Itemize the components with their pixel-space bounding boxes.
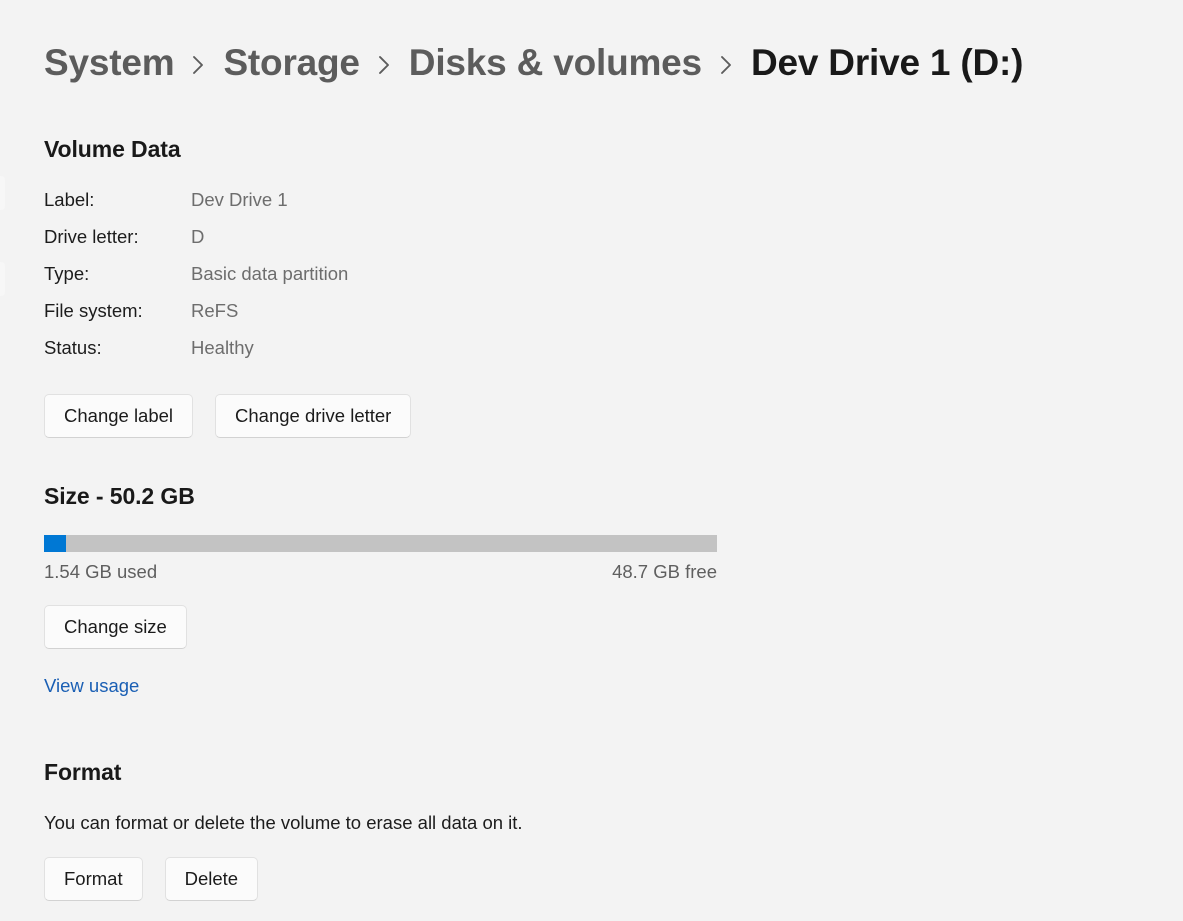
breadcrumb-item-current-volume: Dev Drive 1 (D:) — [750, 42, 1024, 83]
volume-data-button-row: Change label Change drive letter — [44, 394, 1139, 438]
format-description: You can format or delete the volume to e… — [44, 812, 523, 833]
breadcrumb: System Storage Disks & volumes Dev Drive… — [44, 0, 1139, 108]
row-key: Type: — [44, 263, 90, 284]
volume-data-row-drive-letter: Drive letter: D — [44, 226, 1139, 263]
breadcrumb-item-system[interactable]: System — [44, 42, 175, 84]
volume-data-section: Volume Data Label: Dev Drive 1 Drive let… — [44, 136, 1139, 438]
storage-usage-legend: 1.54 GB used 48.7 GB free — [44, 561, 717, 583]
storage-usage-bar-fill — [44, 535, 67, 552]
size-heading: Size - 50.2 GB — [44, 483, 195, 509]
row-key: File system: — [44, 300, 143, 321]
format-heading: Format — [44, 759, 122, 785]
free-space-label: 48.7 GB free — [612, 561, 717, 582]
volume-data-row-file-system: File system: ReFS — [44, 300, 1139, 337]
volume-data-heading: Volume Data — [44, 136, 181, 162]
format-section: Format You can format or delete the volu… — [44, 759, 1139, 901]
breadcrumb-item-storage[interactable]: Storage — [223, 42, 360, 84]
row-key: Label: — [44, 189, 95, 210]
row-value: Dev Drive 1 — [191, 189, 288, 210]
size-section: Size - 50.2 GB 1.54 GB used 48.7 GB free… — [44, 483, 1139, 697]
change-size-button-row: Change size — [44, 605, 1139, 649]
chevron-right-icon — [719, 49, 734, 77]
breadcrumb-item-disks-and-volumes[interactable]: Disks & volumes — [409, 42, 702, 84]
delete-button[interactable]: Delete — [164, 857, 259, 901]
row-value: D — [191, 226, 205, 247]
volume-data-row-label: Label: Dev Drive 1 — [44, 189, 1139, 226]
chevron-right-icon — [377, 49, 392, 77]
volume-data-row-status: Status: Healthy — [44, 337, 1139, 374]
row-key: Drive letter: — [44, 226, 139, 247]
change-label-button[interactable]: Change label — [44, 394, 194, 438]
row-value: ReFS — [191, 300, 239, 321]
settings-page: System Storage Disks & volumes Dev Drive… — [0, 0, 1183, 921]
format-button[interactable]: Format — [44, 857, 143, 901]
storage-usage-bar — [44, 535, 717, 552]
change-drive-letter-button[interactable]: Change drive letter — [215, 394, 412, 438]
view-usage-link[interactable]: View usage — [44, 675, 139, 697]
row-value: Basic data partition — [191, 263, 349, 284]
volume-data-row-type: Type: Basic data partition — [44, 263, 1139, 300]
row-key: Status: — [44, 337, 102, 358]
change-size-button[interactable]: Change size — [44, 605, 187, 649]
row-value: Healthy — [191, 337, 254, 358]
volume-data-list: Label: Dev Drive 1 Drive letter: D Type:… — [44, 189, 1139, 374]
format-button-row: Format Delete — [44, 857, 1139, 901]
chevron-right-icon — [191, 49, 206, 77]
used-space-label: 1.54 GB used — [44, 561, 158, 582]
